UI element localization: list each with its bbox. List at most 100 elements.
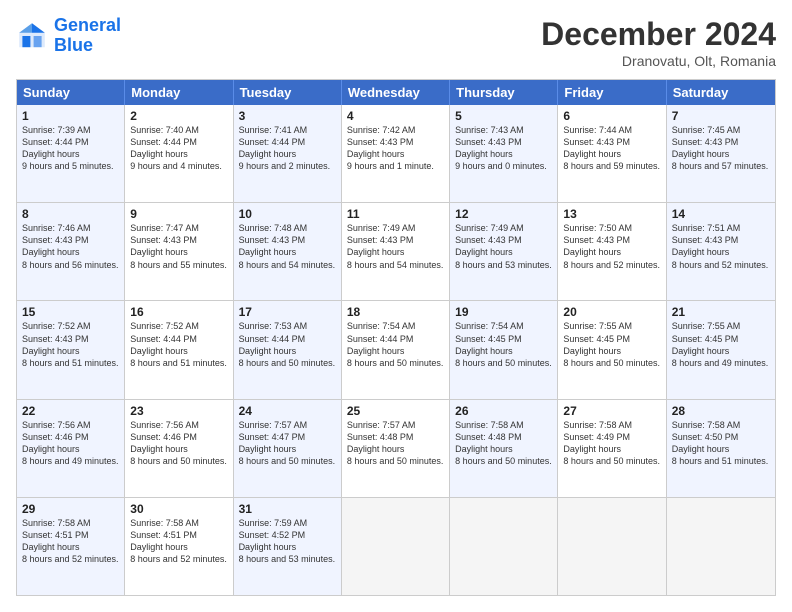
main-container: General Blue December 2024 Dranovatu, Ol… bbox=[0, 0, 792, 612]
month-title: December 2024 bbox=[541, 16, 776, 53]
day-info: Sunrise: 7:56 AMSunset: 4:46 PMDaylight … bbox=[130, 419, 227, 468]
day-cell-20: 20Sunrise: 7:55 AMSunset: 4:45 PMDayligh… bbox=[558, 301, 666, 398]
day-info: Sunrise: 7:57 AMSunset: 4:47 PMDaylight … bbox=[239, 419, 336, 468]
day-number: 15 bbox=[22, 305, 119, 319]
title-block: December 2024 Dranovatu, Olt, Romania bbox=[541, 16, 776, 69]
day-number: 9 bbox=[130, 207, 227, 221]
day-info: Sunrise: 7:56 AMSunset: 4:46 PMDaylight … bbox=[22, 419, 119, 468]
day-info: Sunrise: 7:54 AMSunset: 4:45 PMDaylight … bbox=[455, 320, 552, 369]
day-number: 10 bbox=[239, 207, 336, 221]
day-info: Sunrise: 7:52 AMSunset: 4:43 PMDaylight … bbox=[22, 320, 119, 369]
day-cell-9: 9Sunrise: 7:47 AMSunset: 4:43 PMDaylight… bbox=[125, 203, 233, 300]
day-info: Sunrise: 7:58 AMSunset: 4:51 PMDaylight … bbox=[130, 517, 227, 566]
day-cell-21: 21Sunrise: 7:55 AMSunset: 4:45 PMDayligh… bbox=[667, 301, 775, 398]
day-number: 30 bbox=[130, 502, 227, 516]
day-number: 3 bbox=[239, 109, 336, 123]
day-cell-31: 31Sunrise: 7:59 AMSunset: 4:52 PMDayligh… bbox=[234, 498, 342, 595]
day-info: Sunrise: 7:53 AMSunset: 4:44 PMDaylight … bbox=[239, 320, 336, 369]
day-number: 1 bbox=[22, 109, 119, 123]
day-number: 6 bbox=[563, 109, 660, 123]
page-header: General Blue December 2024 Dranovatu, Ol… bbox=[16, 16, 776, 69]
day-cell-6: 6Sunrise: 7:44 AMSunset: 4:43 PMDaylight… bbox=[558, 105, 666, 202]
day-cell-13: 13Sunrise: 7:50 AMSunset: 4:43 PMDayligh… bbox=[558, 203, 666, 300]
day-cell-18: 18Sunrise: 7:54 AMSunset: 4:44 PMDayligh… bbox=[342, 301, 450, 398]
calendar-row-5: 29Sunrise: 7:58 AMSunset: 4:51 PMDayligh… bbox=[17, 497, 775, 595]
day-number: 29 bbox=[22, 502, 119, 516]
day-cell-7: 7Sunrise: 7:45 AMSunset: 4:43 PMDaylight… bbox=[667, 105, 775, 202]
day-cell-2: 2Sunrise: 7:40 AMSunset: 4:44 PMDaylight… bbox=[125, 105, 233, 202]
day-info: Sunrise: 7:48 AMSunset: 4:43 PMDaylight … bbox=[239, 222, 336, 271]
calendar-row-3: 15Sunrise: 7:52 AMSunset: 4:43 PMDayligh… bbox=[17, 300, 775, 398]
empty-cell bbox=[450, 498, 558, 595]
day-cell-30: 30Sunrise: 7:58 AMSunset: 4:51 PMDayligh… bbox=[125, 498, 233, 595]
day-cell-27: 27Sunrise: 7:58 AMSunset: 4:49 PMDayligh… bbox=[558, 400, 666, 497]
day-header-thursday: Thursday bbox=[450, 80, 558, 105]
logo-text: General Blue bbox=[54, 16, 121, 56]
day-info: Sunrise: 7:58 AMSunset: 4:49 PMDaylight … bbox=[563, 419, 660, 468]
day-cell-26: 26Sunrise: 7:58 AMSunset: 4:48 PMDayligh… bbox=[450, 400, 558, 497]
day-cell-11: 11Sunrise: 7:49 AMSunset: 4:43 PMDayligh… bbox=[342, 203, 450, 300]
day-info: Sunrise: 7:44 AMSunset: 4:43 PMDaylight … bbox=[563, 124, 660, 173]
day-number: 31 bbox=[239, 502, 336, 516]
day-cell-28: 28Sunrise: 7:58 AMSunset: 4:50 PMDayligh… bbox=[667, 400, 775, 497]
day-info: Sunrise: 7:54 AMSunset: 4:44 PMDaylight … bbox=[347, 320, 444, 369]
day-info: Sunrise: 7:42 AMSunset: 4:43 PMDaylight … bbox=[347, 124, 444, 173]
day-cell-10: 10Sunrise: 7:48 AMSunset: 4:43 PMDayligh… bbox=[234, 203, 342, 300]
day-number: 2 bbox=[130, 109, 227, 123]
day-info: Sunrise: 7:58 AMSunset: 4:50 PMDaylight … bbox=[672, 419, 770, 468]
empty-cell bbox=[667, 498, 775, 595]
location: Dranovatu, Olt, Romania bbox=[541, 53, 776, 69]
day-header-sunday: Sunday bbox=[17, 80, 125, 105]
day-info: Sunrise: 7:55 AMSunset: 4:45 PMDaylight … bbox=[563, 320, 660, 369]
day-number: 20 bbox=[563, 305, 660, 319]
day-cell-1: 1Sunrise: 7:39 AMSunset: 4:44 PMDaylight… bbox=[17, 105, 125, 202]
day-cell-8: 8Sunrise: 7:46 AMSunset: 4:43 PMDaylight… bbox=[17, 203, 125, 300]
day-info: Sunrise: 7:57 AMSunset: 4:48 PMDaylight … bbox=[347, 419, 444, 468]
day-info: Sunrise: 7:39 AMSunset: 4:44 PMDaylight … bbox=[22, 124, 119, 173]
day-info: Sunrise: 7:49 AMSunset: 4:43 PMDaylight … bbox=[455, 222, 552, 271]
day-number: 21 bbox=[672, 305, 770, 319]
day-info: Sunrise: 7:55 AMSunset: 4:45 PMDaylight … bbox=[672, 320, 770, 369]
day-number: 28 bbox=[672, 404, 770, 418]
day-cell-17: 17Sunrise: 7:53 AMSunset: 4:44 PMDayligh… bbox=[234, 301, 342, 398]
day-info: Sunrise: 7:45 AMSunset: 4:43 PMDaylight … bbox=[672, 124, 770, 173]
day-number: 13 bbox=[563, 207, 660, 221]
day-number: 24 bbox=[239, 404, 336, 418]
day-number: 14 bbox=[672, 207, 770, 221]
day-number: 4 bbox=[347, 109, 444, 123]
day-info: Sunrise: 7:52 AMSunset: 4:44 PMDaylight … bbox=[130, 320, 227, 369]
day-header-monday: Monday bbox=[125, 80, 233, 105]
day-info: Sunrise: 7:40 AMSunset: 4:44 PMDaylight … bbox=[130, 124, 227, 173]
day-info: Sunrise: 7:41 AMSunset: 4:44 PMDaylight … bbox=[239, 124, 336, 173]
day-cell-29: 29Sunrise: 7:58 AMSunset: 4:51 PMDayligh… bbox=[17, 498, 125, 595]
empty-cell bbox=[342, 498, 450, 595]
calendar-row-4: 22Sunrise: 7:56 AMSunset: 4:46 PMDayligh… bbox=[17, 399, 775, 497]
day-info: Sunrise: 7:51 AMSunset: 4:43 PMDaylight … bbox=[672, 222, 770, 271]
day-cell-5: 5Sunrise: 7:43 AMSunset: 4:43 PMDaylight… bbox=[450, 105, 558, 202]
day-header-tuesday: Tuesday bbox=[234, 80, 342, 105]
day-number: 26 bbox=[455, 404, 552, 418]
day-number: 18 bbox=[347, 305, 444, 319]
day-cell-12: 12Sunrise: 7:49 AMSunset: 4:43 PMDayligh… bbox=[450, 203, 558, 300]
calendar-row-2: 8Sunrise: 7:46 AMSunset: 4:43 PMDaylight… bbox=[17, 202, 775, 300]
day-info: Sunrise: 7:49 AMSunset: 4:43 PMDaylight … bbox=[347, 222, 444, 271]
day-info: Sunrise: 7:59 AMSunset: 4:52 PMDaylight … bbox=[239, 517, 336, 566]
day-info: Sunrise: 7:43 AMSunset: 4:43 PMDaylight … bbox=[455, 124, 552, 173]
day-info: Sunrise: 7:50 AMSunset: 4:43 PMDaylight … bbox=[563, 222, 660, 271]
day-number: 27 bbox=[563, 404, 660, 418]
day-header-saturday: Saturday bbox=[667, 80, 775, 105]
day-number: 12 bbox=[455, 207, 552, 221]
day-cell-23: 23Sunrise: 7:56 AMSunset: 4:46 PMDayligh… bbox=[125, 400, 233, 497]
day-number: 16 bbox=[130, 305, 227, 319]
day-info: Sunrise: 7:58 AMSunset: 4:51 PMDaylight … bbox=[22, 517, 119, 566]
day-cell-24: 24Sunrise: 7:57 AMSunset: 4:47 PMDayligh… bbox=[234, 400, 342, 497]
logo-icon bbox=[16, 20, 48, 52]
day-cell-3: 3Sunrise: 7:41 AMSunset: 4:44 PMDaylight… bbox=[234, 105, 342, 202]
calendar-header: SundayMondayTuesdayWednesdayThursdayFrid… bbox=[17, 80, 775, 105]
day-cell-4: 4Sunrise: 7:42 AMSunset: 4:43 PMDaylight… bbox=[342, 105, 450, 202]
day-cell-14: 14Sunrise: 7:51 AMSunset: 4:43 PMDayligh… bbox=[667, 203, 775, 300]
day-number: 8 bbox=[22, 207, 119, 221]
day-number: 17 bbox=[239, 305, 336, 319]
calendar: SundayMondayTuesdayWednesdayThursdayFrid… bbox=[16, 79, 776, 596]
day-cell-25: 25Sunrise: 7:57 AMSunset: 4:48 PMDayligh… bbox=[342, 400, 450, 497]
